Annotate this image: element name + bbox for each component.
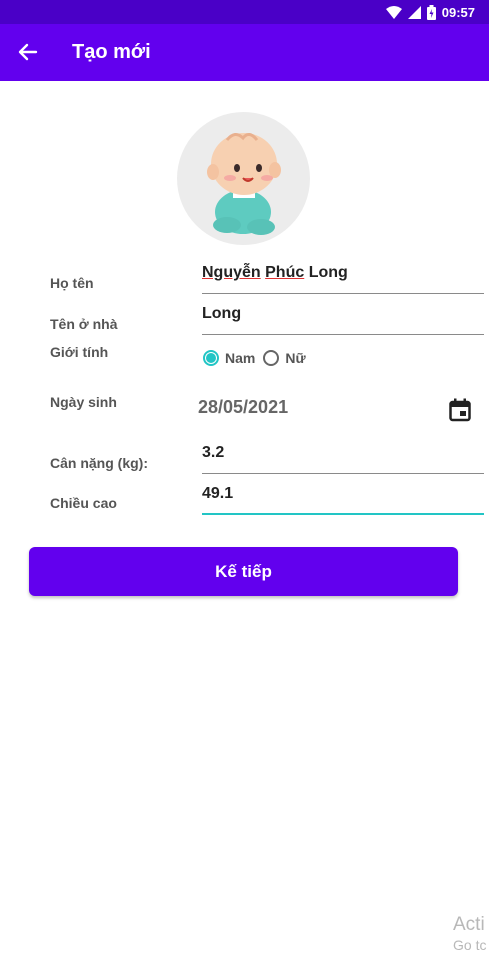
gender-option-label: Nam [225,350,256,366]
baby-illustration-icon [207,133,281,235]
status-icons: 09:57 [385,4,475,20]
full-name-input[interactable]: Nguyễn Phúc Long [202,264,484,294]
avatar[interactable] [177,112,310,245]
nickname-input[interactable]: Long [202,305,484,335]
back-button[interactable] [10,34,46,70]
page-title: Tạo mới [72,41,151,63]
next-button[interactable]: Kế tiếp [29,547,458,596]
birthday-label: Ngày sinh [50,394,117,410]
status-time: 09:57 [441,4,475,20]
weight-input[interactable]: 3.2 [202,444,484,474]
activation-watermark: Acti Go tc [453,914,486,954]
gender-label: Giới tính [50,344,109,360]
arrow-back-icon [18,43,38,61]
nickname-label: Tên ở nhà [50,316,118,332]
gender-option-label: Nữ [285,350,306,366]
full-name-word3: Long [304,264,348,281]
radio-checked-icon [203,350,219,366]
full-name-word2: Phúc [265,264,305,281]
height-label: Chiều cao [50,495,117,511]
height-label-clip: Chiều cao [50,494,190,516]
gender-option-female[interactable]: Nữ [263,350,306,366]
status-bar: 09:57 [0,0,489,24]
calendar-icon [449,398,471,422]
watermark-line2: Go tc [453,937,487,953]
gender-radio-group: Nam Nữ [203,350,306,366]
signal-icon [407,5,421,19]
height-input[interactable]: 49.1 [202,485,484,515]
birthday-value[interactable]: 28/05/2021 [198,397,288,418]
full-name-label: Họ tên [50,275,94,291]
full-name-word1: Nguyễn [202,264,261,281]
battery-icon [426,4,436,20]
wifi-icon [385,5,402,19]
date-picker-button[interactable] [446,396,474,424]
watermark-line1: Acti [453,914,485,935]
gender-option-male[interactable]: Nam [203,350,255,366]
weight-label: Cân nặng (kg): [50,455,148,471]
app-bar: Tạo mới [0,24,489,81]
radio-unchecked-icon [263,350,280,366]
